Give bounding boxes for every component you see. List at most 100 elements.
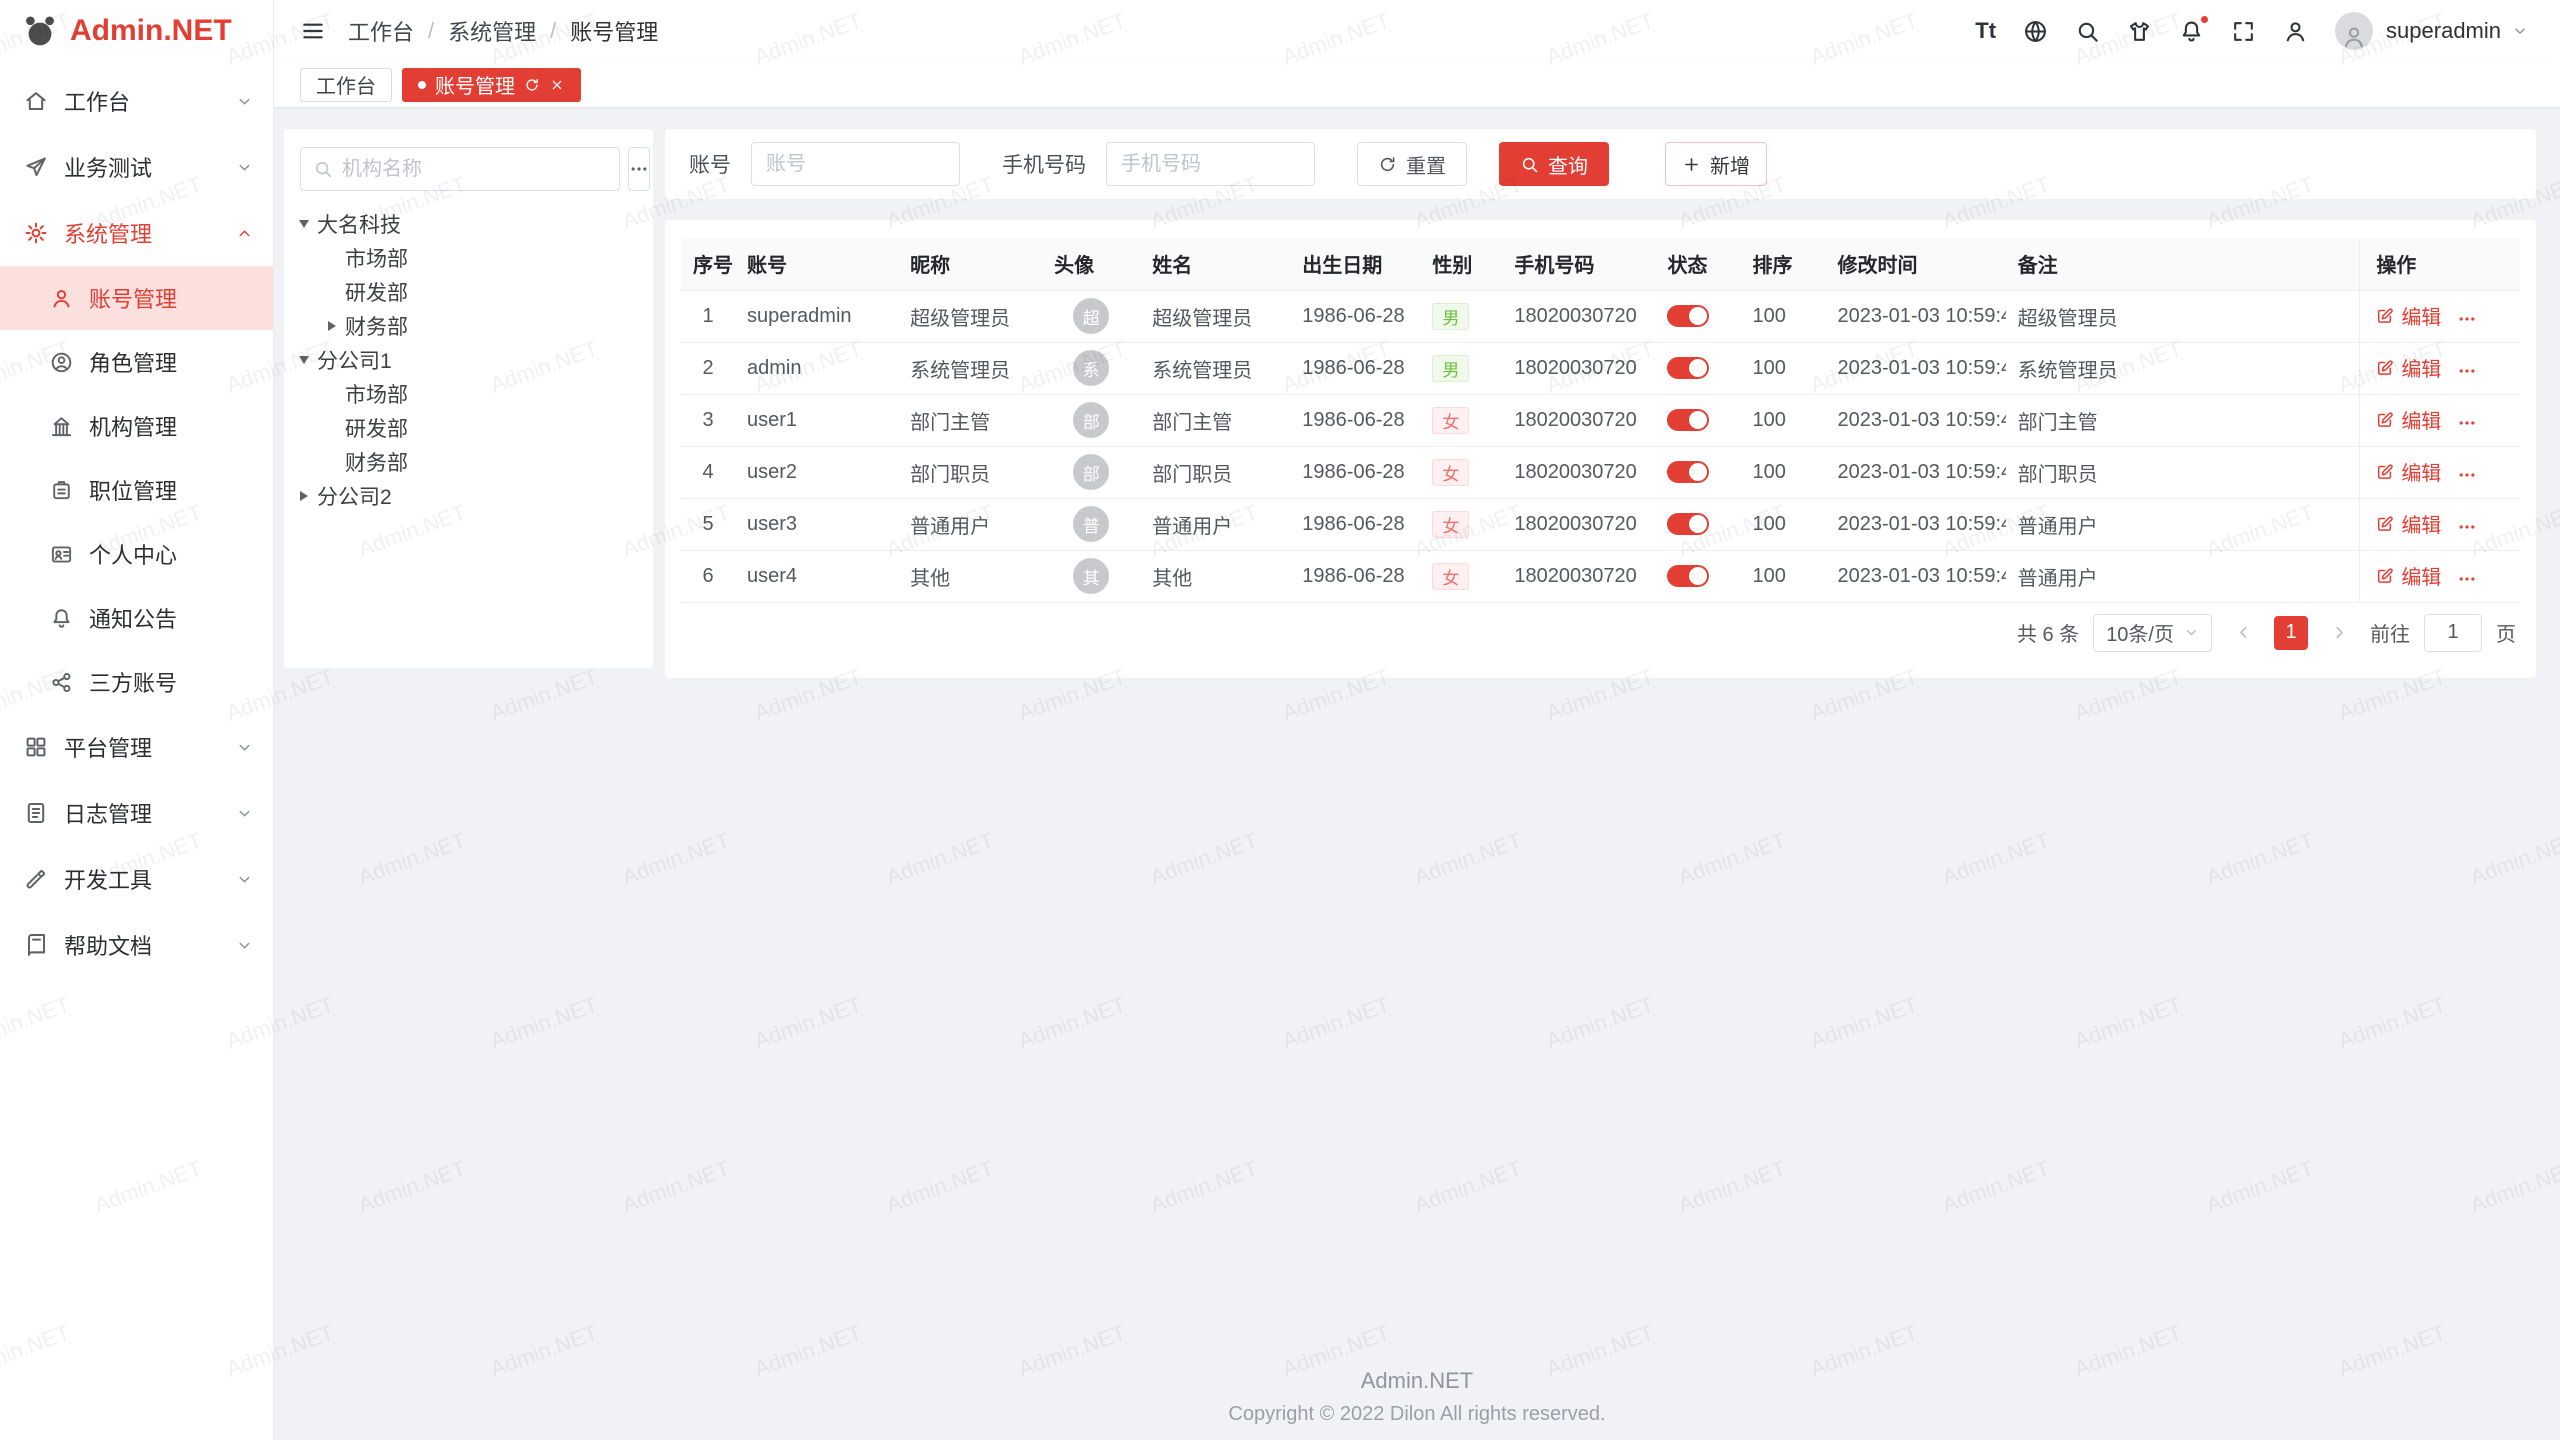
edit-button[interactable]: 编辑 xyxy=(2376,457,2441,486)
edit-button[interactable]: 编辑 xyxy=(2376,405,2441,434)
cell-birthday: 1986-06-28 xyxy=(1290,394,1420,446)
status-toggle[interactable] xyxy=(1667,461,1709,483)
tree-node[interactable]: 分公司1 xyxy=(300,343,637,377)
cell-modified: 2023-01-03 10:59:44 xyxy=(1826,446,2006,498)
tree-node[interactable]: 市场部 xyxy=(300,241,637,275)
tree-node[interactable]: 市场部 xyxy=(300,377,637,411)
edit-button[interactable]: 编辑 xyxy=(2376,509,2441,538)
send-icon xyxy=(24,155,48,179)
cell-avatar: 系 xyxy=(1042,342,1140,394)
more-actions-button[interactable] xyxy=(2457,309,2477,329)
cell-gender: 女 xyxy=(1420,550,1502,602)
menu-collapse-icon[interactable] xyxy=(300,18,326,44)
page-1-button[interactable]: 1 xyxy=(2274,616,2308,650)
cell-sort: 100 xyxy=(1741,550,1826,602)
reset-button[interactable]: 重置 xyxy=(1357,142,1467,186)
cell-birthday: 1986-06-28 xyxy=(1290,290,1420,342)
sidebar-item-label: 日志管理 xyxy=(64,797,152,829)
page-footer: Admin.NET Copyright © 2022 Dilon All rig… xyxy=(274,1368,2560,1426)
top-header: 工作台/系统管理/账号管理 Tt superadmin xyxy=(274,0,2560,62)
more-actions-button[interactable] xyxy=(2457,413,2477,433)
font-size-icon[interactable]: Tt xyxy=(1975,18,1996,44)
breadcrumb-item[interactable]: 系统管理 xyxy=(448,15,536,47)
tree-node[interactable]: 财务部 xyxy=(300,445,637,479)
sidebar-item-platform-manage[interactable]: 平台管理 xyxy=(0,714,273,780)
cell-sort: 100 xyxy=(1741,394,1826,446)
status-toggle[interactable] xyxy=(1667,513,1709,535)
sidebar-item-third-account[interactable]: 三方账号 xyxy=(0,650,273,714)
fullscreen-icon[interactable] xyxy=(2231,19,2256,44)
tab-account-manage[interactable]: 账号管理 xyxy=(402,68,581,102)
status-toggle[interactable] xyxy=(1667,565,1709,587)
tree-caret-icon[interactable] xyxy=(299,356,309,364)
more-actions-button[interactable] xyxy=(2457,465,2477,485)
gender-tag: 女 xyxy=(1432,407,1469,434)
more-actions-button[interactable] xyxy=(2457,361,2477,381)
more-actions-button[interactable] xyxy=(2457,517,2477,537)
phone-filter-input[interactable] xyxy=(1106,142,1315,186)
bell-icon xyxy=(50,607,73,630)
refresh-icon[interactable] xyxy=(524,77,540,93)
more-actions-button[interactable] xyxy=(2457,569,2477,589)
sidebar-item-org-manage[interactable]: 机构管理 xyxy=(0,394,273,458)
search-button[interactable]: 查询 xyxy=(1499,142,1609,186)
content: 大名科技市场部研发部财务部分公司1市场部研发部财务部分公司2 账号 手机号码 重… xyxy=(274,108,2560,1440)
tree-node[interactable]: 分公司2 xyxy=(300,479,637,513)
goto-page-input[interactable] xyxy=(2424,614,2482,652)
org-more-button[interactable] xyxy=(628,147,650,191)
avatar-badge: 超 xyxy=(1073,298,1109,334)
breadcrumb-item[interactable]: 工作台 xyxy=(348,15,414,47)
tab-label: 工作台 xyxy=(316,70,376,99)
app-logo[interactable]: Admin.NET xyxy=(0,0,273,62)
status-toggle[interactable] xyxy=(1667,305,1709,327)
tab-workbench[interactable]: 工作台 xyxy=(300,68,392,102)
tree-node-label: 市场部 xyxy=(345,243,408,273)
tree-node[interactable]: 研发部 xyxy=(300,275,637,309)
chevron-down-icon[interactable] xyxy=(2512,23,2528,39)
sidebar-item-account-manage[interactable]: 账号管理 xyxy=(0,266,273,330)
sidebar-item-label: 业务测试 xyxy=(64,151,152,183)
language-icon[interactable] xyxy=(2023,19,2048,44)
breadcrumb-separator: / xyxy=(550,18,556,44)
theme-icon[interactable] xyxy=(2127,19,2152,44)
status-toggle[interactable] xyxy=(1667,357,1709,379)
tree-caret-icon[interactable] xyxy=(299,220,309,228)
sidebar-item-system-manage[interactable]: 系统管理 xyxy=(0,200,273,266)
sidebar-item-position-manage[interactable]: 职位管理 xyxy=(0,458,273,522)
tree-caret-icon[interactable] xyxy=(328,321,336,331)
more-icon xyxy=(629,159,649,179)
refresh-icon xyxy=(1378,155,1397,174)
sidebar-item-help-docs[interactable]: 帮助文档 xyxy=(0,912,273,978)
tree-node[interactable]: 大名科技 xyxy=(300,207,637,241)
page-size-select[interactable]: 10条/页 xyxy=(2093,614,2212,652)
sidebar-item-log-manage[interactable]: 日志管理 xyxy=(0,780,273,846)
prev-page-button[interactable] xyxy=(2226,616,2260,650)
tree-node-label: 市场部 xyxy=(345,379,408,409)
tree-node[interactable]: 财务部 xyxy=(300,309,637,343)
add-button[interactable]: 新增 xyxy=(1665,142,1767,186)
next-page-button[interactable] xyxy=(2322,616,2356,650)
sidebar-item-workbench[interactable]: 工作台 xyxy=(0,68,273,134)
sidebar-item-notice[interactable]: 通知公告 xyxy=(0,586,273,650)
sidebar-item-profile-center[interactable]: 个人中心 xyxy=(0,522,273,586)
account-filter-input[interactable] xyxy=(751,142,960,186)
tools-icon xyxy=(24,867,48,891)
search-icon[interactable] xyxy=(2075,19,2100,44)
edit-button[interactable]: 编辑 xyxy=(2376,561,2441,590)
edit-button[interactable]: 编辑 xyxy=(2376,353,2441,382)
close-icon[interactable] xyxy=(549,77,565,93)
sidebar-item-label: 个人中心 xyxy=(89,538,177,570)
org-search-input[interactable] xyxy=(342,158,607,181)
tree-node[interactable]: 研发部 xyxy=(300,411,637,445)
username[interactable]: superadmin xyxy=(2386,18,2501,44)
sidebar-item-business-test[interactable]: 业务测试 xyxy=(0,134,273,200)
status-toggle[interactable] xyxy=(1667,409,1709,431)
notification-button[interactable] xyxy=(2179,19,2204,44)
sidebar-item-dev-tools[interactable]: 开发工具 xyxy=(0,846,273,912)
sidebar-item-role-manage[interactable]: 角色管理 xyxy=(0,330,273,394)
user-icon[interactable] xyxy=(2283,19,2308,44)
cell-modified: 2023-01-03 10:59:44 xyxy=(1826,394,2006,446)
edit-button[interactable]: 编辑 xyxy=(2376,301,2441,330)
avatar[interactable] xyxy=(2335,12,2373,50)
tree-caret-icon[interactable] xyxy=(300,491,308,501)
